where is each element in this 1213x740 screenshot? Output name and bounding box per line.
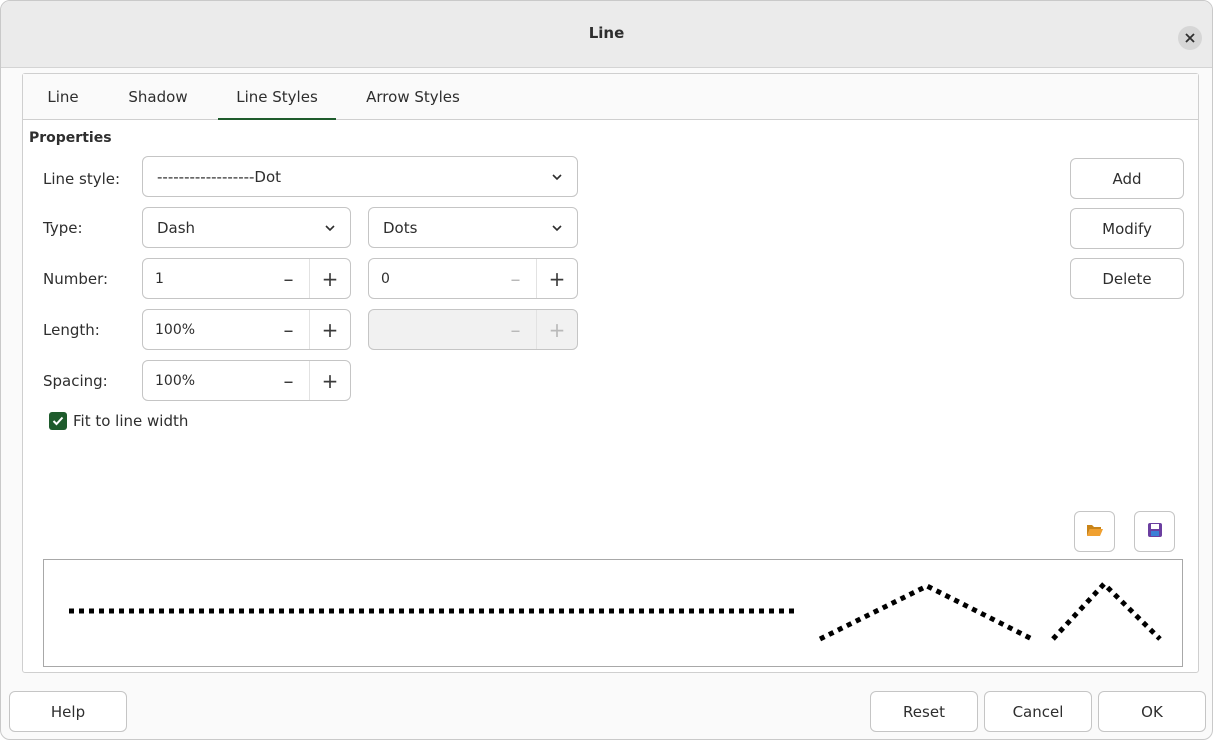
number-dash-decrement-button[interactable]: – [268,259,309,298]
fit-to-line-width-checkbox[interactable]: Fit to line width [49,412,188,430]
delete-button[interactable]: Delete [1070,258,1184,299]
close-button[interactable] [1178,26,1202,50]
folder-open-icon [1086,522,1104,542]
tab-arrow-styles[interactable]: Arrow Styles [353,74,473,120]
chevron-down-icon [537,173,577,181]
line-style-value: ------------------Dot [157,167,282,186]
save-line-styles-button[interactable] [1134,511,1175,552]
spacing-label: Spacing: [43,372,108,390]
length-dots-spinbox: – + [368,309,578,350]
save-icon [1147,522,1163,542]
type-label: Type: [43,219,83,237]
line-style-label: Line style: [43,170,121,188]
properties-heading: Properties [29,130,112,146]
spacing-increment-button[interactable]: + [309,361,350,400]
line-style-preview [43,559,1183,667]
tab-line-styles[interactable]: Line Styles [218,74,336,120]
number-dots-spinbox: 0 – + [368,258,578,299]
length-dash-spinbox: 100% – + [142,309,351,350]
tab-shadow[interactable]: Shadow [118,74,198,120]
number-dots-increment-button[interactable]: + [536,259,577,298]
checkmark-icon [49,412,67,430]
type-dash-value: Dash [157,218,196,237]
add-button[interactable]: Add [1070,158,1184,199]
load-line-styles-button[interactable] [1074,511,1115,552]
line-style-dropdown[interactable]: ------------------Dot [142,156,578,197]
preview-lines [69,580,1162,642]
length-dash-increment-button[interactable]: + [309,310,350,349]
spacing-decrement-button[interactable]: – [268,361,309,400]
length-dots-increment-button: + [536,310,577,349]
ok-button[interactable]: OK [1098,691,1206,732]
type-dash-dropdown[interactable]: Dash [142,207,351,248]
reset-button[interactable]: Reset [870,691,978,732]
number-dash-increment-button[interactable]: + [309,259,350,298]
window-title: Line [588,24,625,42]
spacing-spinbox: 100% – + [142,360,351,401]
spacing-field[interactable]: 100% [143,361,268,400]
fit-to-line-width-label: Fit to line width [73,412,189,430]
length-label: Length: [43,321,100,339]
length-dash-decrement-button[interactable]: – [268,310,309,349]
chevron-down-icon [310,224,350,232]
type-dots-value: Dots [383,218,418,237]
help-button[interactable]: Help [9,691,127,732]
cancel-button[interactable]: Cancel [984,691,1092,732]
tab-panel: Line Shadow Line Styles Arrow Styles Pro… [22,73,1199,673]
type-dots-dropdown[interactable]: Dots [368,207,578,248]
number-dots-decrement-button[interactable]: – [495,259,536,298]
number-label: Number: [43,270,109,288]
length-dots-field [369,310,495,349]
modify-button[interactable]: Modify [1070,208,1184,249]
line-dialog: Line Line Shadow Line Styles Arrow Style… [0,0,1213,740]
tab-bar: Line Shadow Line Styles Arrow Styles [23,74,1198,120]
length-dots-decrement-button: – [510,317,521,342]
chevron-down-icon [537,224,577,232]
number-dash-spinbox: 1 – + [142,258,351,299]
length-dash-field[interactable]: 100% [143,310,268,349]
close-icon [1185,29,1195,47]
number-dots-field[interactable]: 0 [369,259,495,298]
tab-line[interactable]: Line [38,74,88,120]
number-dash-field[interactable]: 1 [143,259,268,298]
title-bar: Line [1,1,1212,68]
